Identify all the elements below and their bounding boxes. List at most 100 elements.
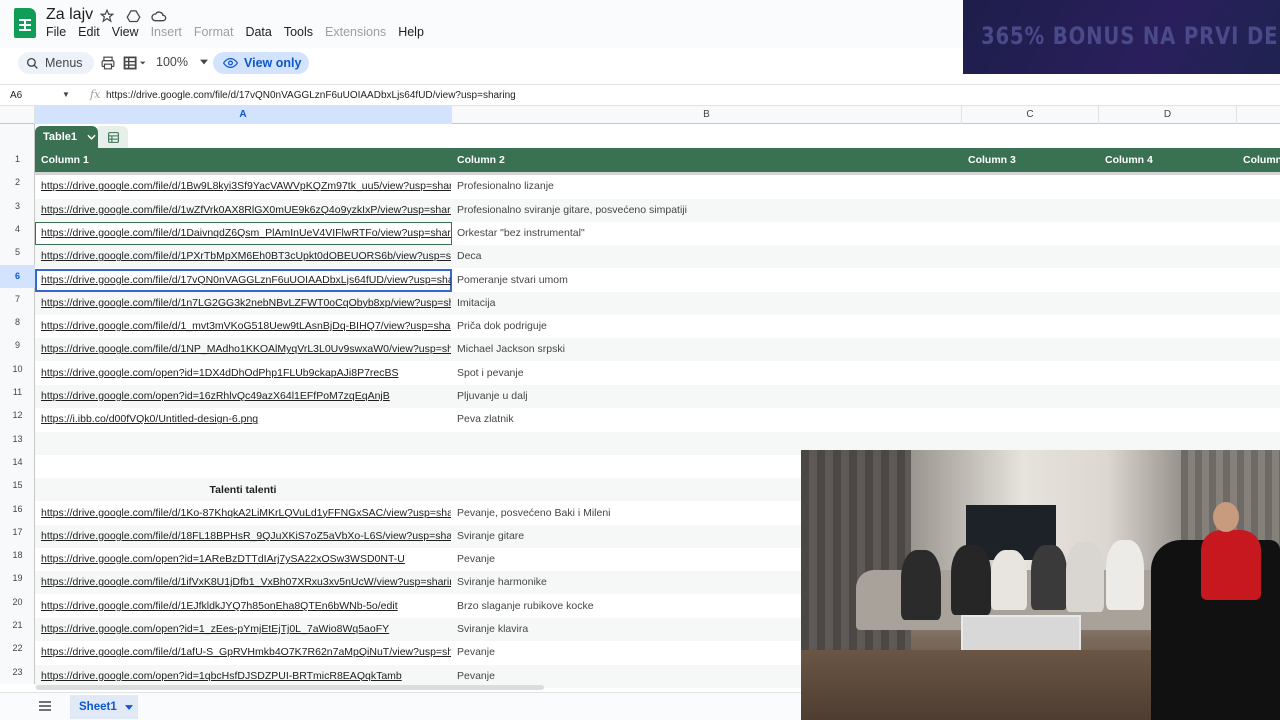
row-header[interactable]: 11 (0, 381, 35, 404)
row-header[interactable]: 7 (0, 288, 35, 311)
row-header[interactable]: 1 (0, 148, 35, 171)
sheets-logo-icon[interactable] (14, 8, 36, 38)
formula-input[interactable]: https://drive.google.com/file/d/17vQN0nV… (106, 90, 516, 101)
link-cell[interactable]: https://drive.google.com/file/d/1_mvt3mV… (41, 320, 451, 332)
cloud-status-icon[interactable] (150, 7, 168, 25)
link-cell[interactable]: https://drive.google.com/open?id=16zRhlv… (41, 390, 451, 402)
zoom-select[interactable]: 100% (156, 55, 208, 69)
description-cell[interactable]: Pevanje, posvećeno Baki i Mileni (457, 507, 611, 519)
column-header-b[interactable]: B (452, 106, 962, 124)
row-header[interactable]: 3 (0, 195, 35, 218)
link-cell[interactable]: https://drive.google.com/file/d/1Daivnqd… (41, 227, 451, 239)
description-cell[interactable]: Michael Jackson srpski (457, 343, 565, 355)
row-header[interactable]: 9 (0, 334, 35, 357)
column-header-a[interactable]: A (35, 106, 452, 124)
print-icon[interactable] (99, 54, 117, 72)
link-cell[interactable]: https://drive.google.com/open?id=1AReBzD… (41, 553, 451, 565)
description-cell[interactable]: Pevanje (457, 646, 495, 658)
row-header[interactable]: 16 (0, 498, 35, 521)
menu-tools[interactable]: Tools (284, 25, 318, 39)
description-cell[interactable]: Sviranje gitare (457, 530, 524, 542)
table-view-icon[interactable] (98, 126, 128, 148)
row-header[interactable]: 21 (0, 614, 35, 637)
row-header[interactable]: 15 (0, 474, 35, 497)
row-header[interactable]: 13 (0, 428, 35, 451)
menu-file[interactable]: File (46, 25, 71, 39)
description-cell[interactable]: Priča dok podriguje (457, 320, 547, 332)
table-name-chip[interactable]: Table1 (35, 126, 98, 148)
row-header[interactable]: 22 (0, 637, 35, 660)
link-cell[interactable]: https://drive.google.com/file/d/1Ko-87Kh… (41, 507, 451, 519)
description-cell[interactable]: Pevanje (457, 553, 495, 565)
link-cell[interactable]: https://drive.google.com/file/d/1EJfkldk… (41, 600, 451, 612)
section-title-cell[interactable]: Talenti talenti (35, 484, 451, 496)
description-cell[interactable]: Deca (457, 250, 482, 262)
name-box[interactable]: A6 (10, 90, 22, 101)
header-column-1[interactable]: Column 1 (41, 154, 89, 166)
description-cell[interactable]: Spot i pevanje (457, 367, 524, 379)
row-header[interactable]: 18 (0, 544, 35, 567)
header-column-3[interactable]: Column 3 (968, 154, 1016, 166)
description-cell[interactable]: Peva zlatnik (457, 413, 514, 425)
sheet-tab[interactable]: Sheet1 (70, 695, 138, 719)
header-column-5[interactable]: Column (1243, 154, 1280, 166)
link-cell[interactable]: https://drive.google.com/file/d/1NP_MAdh… (41, 343, 451, 355)
cam-person (901, 550, 941, 620)
row-header[interactable]: 12 (0, 404, 35, 427)
row-header[interactable]: 2 (0, 171, 35, 194)
row-header[interactable]: 10 (0, 358, 35, 381)
description-cell[interactable]: Pomeranje stvari umom (457, 274, 568, 286)
description-cell[interactable]: Pljuvanje u dalj (457, 390, 528, 402)
chevron-down-icon[interactable]: ▼ (62, 90, 70, 99)
link-cell[interactable]: https://drive.google.com/open?id=1_zEes-… (41, 623, 451, 635)
row-header[interactable]: 5 (0, 241, 35, 264)
column-header-e[interactable] (1237, 106, 1280, 124)
link-cell[interactable]: https://drive.google.com/file/d/1wZfVrk0… (41, 204, 451, 216)
description-cell[interactable]: Profesionalno lizanje (457, 180, 554, 192)
description-cell[interactable]: Sviranje klavira (457, 623, 528, 635)
link-cell[interactable]: https://drive.google.com/file/d/1ifVxK8U… (41, 576, 451, 588)
link-cell[interactable]: https://i.ibb.co/d00fVQk0/Untitled-desig… (41, 413, 451, 425)
select-all-corner[interactable] (0, 106, 35, 124)
header-column-2[interactable]: Column 2 (457, 154, 505, 166)
link-cell[interactable]: https://drive.google.com/file/d/17vQN0nV… (41, 274, 451, 286)
row-header[interactable]: 6 (0, 264, 35, 288)
row-header[interactable]: 23 (0, 661, 35, 684)
link-cell[interactable]: https://drive.google.com/open?id=1qbcHsf… (41, 670, 451, 682)
row-header[interactable]: 8 (0, 311, 35, 334)
move-to-drive-icon[interactable] (124, 7, 142, 25)
column-header-d[interactable]: D (1099, 106, 1237, 124)
description-cell[interactable]: Sviranje harmonike (457, 576, 547, 588)
link-cell[interactable]: https://drive.google.com/file/d/1PXrTbMp… (41, 250, 451, 262)
description-cell[interactable]: Orkestar "bez instrumental" (457, 227, 585, 239)
star-icon[interactable] (98, 7, 116, 25)
document-title[interactable]: Za lajv (46, 6, 93, 24)
menus-search[interactable]: Menus (18, 52, 94, 74)
description-cell[interactable]: Pevanje (457, 670, 495, 682)
description-cell[interactable]: Imitacija (457, 297, 496, 309)
row-header[interactable]: 19 (0, 567, 35, 590)
select-mode-icon[interactable] (121, 54, 149, 72)
toolbar: Menus 100% View only (0, 48, 963, 78)
view-only-button[interactable]: View only (213, 52, 309, 74)
description-cell[interactable]: Profesionalno sviranje gitare, posvećeno… (457, 204, 687, 216)
menu-data[interactable]: Data (245, 25, 276, 39)
menu-help[interactable]: Help (398, 25, 429, 39)
link-cell[interactable]: https://drive.google.com/file/d/1Bw9L8ky… (41, 180, 451, 192)
link-cell[interactable]: https://drive.google.com/file/d/1n7LG2GG… (41, 297, 451, 309)
description-cell[interactable]: Brzo slaganje rubikove kocke (457, 600, 594, 612)
menu-view[interactable]: View (112, 25, 144, 39)
link-cell[interactable]: https://drive.google.com/file/d/1afU-S_G… (41, 646, 451, 658)
link-cell[interactable]: https://drive.google.com/file/d/18FL18BP… (41, 530, 451, 542)
row-header[interactable]: 20 (0, 591, 35, 614)
row-header[interactable]: 17 (0, 521, 35, 544)
header-column-4[interactable]: Column 4 (1105, 154, 1153, 166)
row-header[interactable]: 14 (0, 451, 35, 474)
link-cell[interactable]: https://drive.google.com/open?id=1DX4dDh… (41, 367, 451, 379)
row-header[interactable]: 4 (0, 218, 35, 241)
all-sheets-menu-icon[interactable] (38, 700, 52, 712)
column-header-c[interactable]: C (962, 106, 1099, 124)
zoom-value: 100% (156, 55, 188, 69)
menu-edit[interactable]: Edit (78, 25, 105, 39)
horizontal-scrollbar[interactable] (36, 685, 544, 690)
